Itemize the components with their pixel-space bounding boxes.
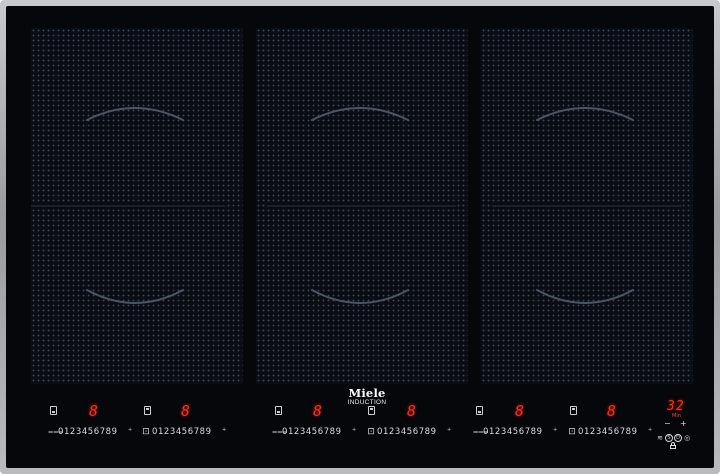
cooking-zone-right[interactable] xyxy=(481,28,693,384)
power-icon[interactable]: ⏻ xyxy=(674,434,682,442)
cooking-zone-left[interactable] xyxy=(31,28,243,384)
front-zone-marker xyxy=(86,289,184,304)
brand-logo: Miele INDUCTION xyxy=(342,386,392,406)
power-scale-left-rear[interactable]: 0123456789 xyxy=(152,427,212,437)
stop-go-icon[interactable]: S xyxy=(665,434,673,442)
keep-warm-icon[interactable]: ≋ xyxy=(656,434,664,442)
brand-tagline: INDUCTION xyxy=(347,399,387,406)
rear-zone-marker xyxy=(311,107,409,121)
zone-select-icon[interactable] xyxy=(476,406,483,415)
zone-select-icon[interactable] xyxy=(368,406,375,415)
power-scale-center-front[interactable]: 0123456789 xyxy=(282,427,342,437)
power-scale-right-rear[interactable]: 0123456789 xyxy=(578,427,638,437)
timer-plus-button[interactable]: + xyxy=(680,420,687,428)
wipe-icon[interactable]: ◎ xyxy=(683,434,691,442)
zone-display-center-rear: 8 xyxy=(407,402,417,420)
ceramic-glass-surface: Miele INDUCTION 8 8 ⩶ 0123456789 + ⊡ 012… xyxy=(6,6,714,468)
cookware-icon[interactable]: ⩶ xyxy=(272,428,287,437)
zone-markings-left xyxy=(31,107,225,304)
cookware-icon[interactable]: ⩶ xyxy=(48,428,63,437)
zone-select-icon[interactable] xyxy=(144,406,151,415)
zone-display-center-front: 8 xyxy=(313,402,323,420)
front-zone-marker xyxy=(536,289,634,304)
cookware-icon[interactable]: ⩶ xyxy=(473,428,488,437)
brand-name: Miele xyxy=(348,386,386,400)
power-scale-left-front[interactable]: 0123456789 xyxy=(58,427,118,437)
rear-zone-marker xyxy=(536,107,634,121)
timer-minus-button[interactable]: − xyxy=(664,420,671,428)
zone-display-right-front: 8 xyxy=(515,402,525,420)
rear-zone-marker xyxy=(86,107,184,121)
boost-mark[interactable]: + xyxy=(222,428,226,433)
boost-mark[interactable]: + xyxy=(553,428,557,433)
boost-mark[interactable]: + xyxy=(447,428,451,433)
boost-mark[interactable]: + xyxy=(352,428,356,433)
zone-display-right-rear: 8 xyxy=(607,402,617,420)
cookware-icon[interactable]: ⊡ xyxy=(568,428,576,437)
cookware-icon[interactable]: ⊡ xyxy=(367,428,375,437)
zone-markings-center xyxy=(268,107,456,304)
cooking-zone-center[interactable] xyxy=(256,28,468,384)
zone-markings-right xyxy=(493,107,681,304)
zone-select-icon[interactable] xyxy=(50,406,57,415)
lock-icon[interactable] xyxy=(670,445,676,449)
cooktop-frame: Miele INDUCTION 8 8 ⩶ 0123456789 + ⊡ 012… xyxy=(0,0,720,474)
timer-display: 32 xyxy=(667,399,685,414)
zone-select-icon[interactable] xyxy=(570,406,577,415)
zone-display-left-rear: 8 xyxy=(181,402,191,420)
boost-mark[interactable]: + xyxy=(128,428,132,433)
power-scale-center-rear[interactable]: 0123456789 xyxy=(377,427,437,437)
zone-display-left-front: 8 xyxy=(89,402,99,420)
boost-mark[interactable]: + xyxy=(648,428,652,433)
power-scale-right-front[interactable]: 0123456789 xyxy=(483,427,543,437)
front-zone-marker xyxy=(311,289,409,304)
zone-select-icon[interactable] xyxy=(275,406,282,415)
cookware-icon[interactable]: ⊡ xyxy=(142,428,150,437)
